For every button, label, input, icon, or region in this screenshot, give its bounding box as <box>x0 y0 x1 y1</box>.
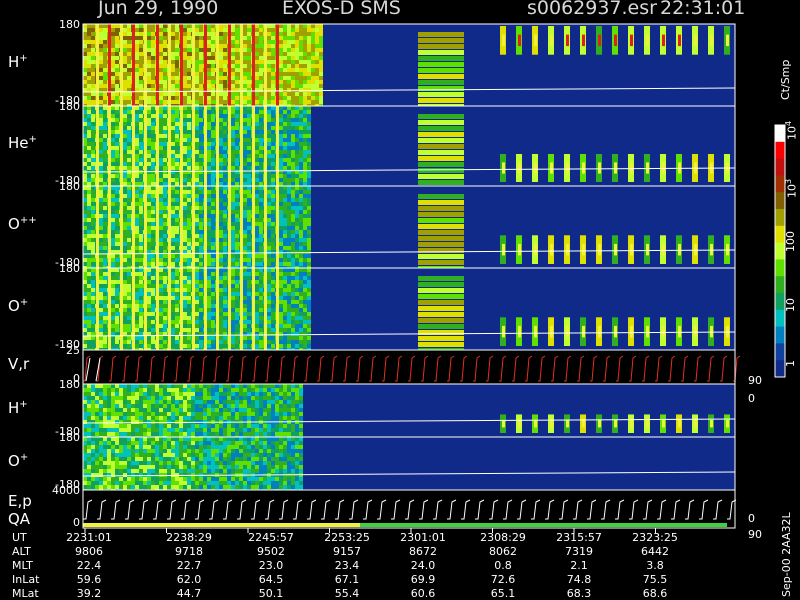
ephemeris-cell: 6442 <box>641 545 669 558</box>
ephemeris-cell: 9157 <box>333 545 361 558</box>
ephemeris-cell: 75.5 <box>642 573 668 586</box>
ephemeris-cell: 2245:57 <box>248 531 294 544</box>
ephemeris-cell: 23.0 <box>258 559 284 572</box>
panel-top-tick-4: 25 <box>66 344 80 357</box>
panel-label-1: He+ <box>8 134 37 152</box>
ephemeris-label-4: MLat <box>12 587 39 600</box>
ephemeris-cell: 67.1 <box>334 573 360 586</box>
ephemeris-cell: 74.8 <box>566 573 592 586</box>
colorbar-unit: Ct/Smp <box>779 59 792 100</box>
ephemeris-cell: 2253:25 <box>324 531 370 544</box>
ephemeris-cell: 60.6 <box>410 587 436 600</box>
panel-top-tick-2: 180 <box>59 180 80 193</box>
ephemeris-cell: 2315:57 <box>556 531 602 544</box>
ephemeris-cell: 68.3 <box>566 587 592 600</box>
ephemeris-label-2: MLT <box>12 559 33 572</box>
colorbar-tick-2: 100 <box>784 231 797 252</box>
panel-5-image <box>82 384 736 440</box>
ephemeris-cell: 69.9 <box>410 573 436 586</box>
ephemeris-cell: 39.2 <box>76 587 102 600</box>
ephemeris-cell: 2301:01 <box>400 531 446 544</box>
ephemeris-label-0: UT <box>12 531 27 544</box>
ephemeris-cell: 23.4 <box>334 559 360 572</box>
panel-label-6: O+ <box>8 451 29 470</box>
panel-top-tick-3: 180 <box>59 262 80 275</box>
colorbar-tick-1: 103 <box>784 178 799 198</box>
ephemeris-cell: 59.6 <box>76 573 102 586</box>
ephemeris-cell: 9718 <box>175 545 203 558</box>
ephemeris-cell: 9502 <box>257 545 285 558</box>
panel-top-tick-0: 180 <box>59 18 80 31</box>
ephemeris-cell: 22.7 <box>176 559 202 572</box>
colorbar-cell <box>775 309 785 328</box>
colorbar-tick-4: 1 <box>784 360 797 367</box>
spectrogram-plot <box>82 23 786 533</box>
ephemeris-cell: 22.4 <box>76 559 102 572</box>
panel-3-image <box>82 268 736 353</box>
ephemeris-cell: 68.6 <box>642 587 668 600</box>
ephemeris-label-3: InLat <box>12 573 40 586</box>
panel-top-tick-6: 180 <box>59 431 80 444</box>
panel-1-image <box>82 106 736 186</box>
ephemeris-cell: 2308:29 <box>480 531 526 544</box>
ephemeris-cell: 24.0 <box>410 559 436 572</box>
panel-2-image <box>82 186 736 271</box>
ephemeris-label-1: ALT <box>12 545 31 558</box>
panel-label-7: E,p QA <box>8 492 32 528</box>
panel-label-2: O++ <box>8 215 37 233</box>
ephemeris-cell: 2.1 <box>570 559 588 572</box>
ephemeris-cell: 55.4 <box>334 587 360 600</box>
panel-top-tick-5: 180 <box>59 378 80 391</box>
colorbar-cell <box>775 343 785 361</box>
panel-6-image <box>82 437 736 493</box>
colorbar-tick-0: 104 <box>784 120 799 140</box>
panel-0-image <box>82 24 736 109</box>
panel-label-0: H+ <box>8 53 28 71</box>
panel-bottom-tick-7: 0 <box>73 516 80 529</box>
colorbar-cell <box>775 326 785 344</box>
panel-right-tick-6: 90 <box>748 528 762 541</box>
ephemeris-cell: 44.7 <box>176 587 202 600</box>
ephemeris-cell: 65.1 <box>490 587 516 600</box>
ephemeris-cell: 2323:25 <box>632 531 678 544</box>
colorbar-cell <box>775 259 785 277</box>
panel-right-tick-4: 0 <box>748 392 755 405</box>
ephemeris-cell: 72.6 <box>490 573 516 586</box>
ephemeris-cell: 2231:01 <box>66 531 112 544</box>
panel-top-tick-1: 180 <box>59 100 80 113</box>
colorbar-cell <box>775 276 785 294</box>
ephemeris-cell: 9806 <box>75 545 103 558</box>
ephemeris-cell: 8672 <box>409 545 437 558</box>
ephemeris-cell: 0.8 <box>494 559 512 572</box>
ephemeris-cell: 64.5 <box>258 573 284 586</box>
ephemeris-cell: 62.0 <box>176 573 202 586</box>
file-tag: Sep-00 2AA32L <box>780 512 793 597</box>
ephemeris-cell: 2238:29 <box>166 531 212 544</box>
velocity-panel-image <box>83 350 741 384</box>
panel-label-3: O+ <box>8 297 29 315</box>
panel-label-4: V,r <box>8 355 30 373</box>
panel-top-tick-7: 4000 <box>52 484 80 497</box>
panel-label-5: H+ <box>8 398 28 417</box>
colorbar-tick-3: 10 <box>784 298 797 312</box>
ephemeris-cell: 8062 <box>489 545 517 558</box>
colorbar-cell <box>775 141 785 160</box>
panel-right-tick-4: 90 <box>748 374 762 387</box>
ephemeris-cell: 3.8 <box>646 559 664 572</box>
panel-right-tick-7: 0 <box>748 512 755 525</box>
ephemeris-cell: 7319 <box>565 545 593 558</box>
colorbar-cell <box>775 158 785 176</box>
energy-panel-image <box>83 490 737 528</box>
ephemeris-cell: 50.1 <box>258 587 284 600</box>
colorbar-cell <box>775 209 785 227</box>
